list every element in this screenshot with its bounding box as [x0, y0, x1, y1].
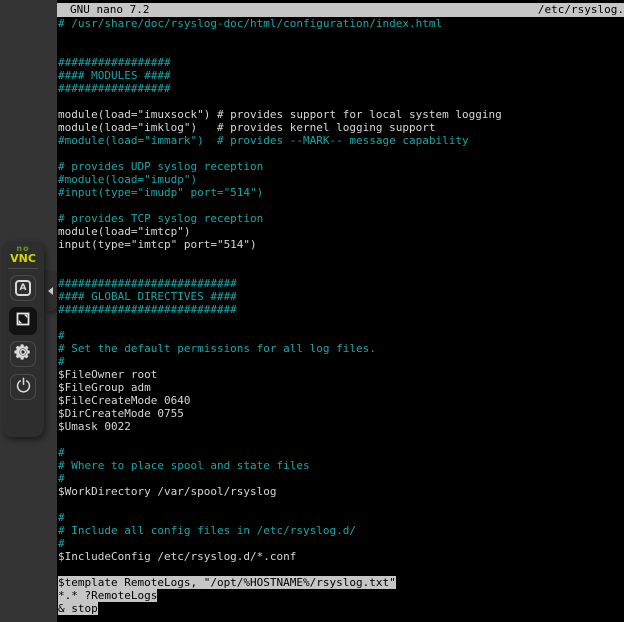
keyboard-button[interactable]: A	[10, 275, 36, 301]
editor-line: #	[58, 537, 624, 550]
editor-line	[58, 95, 624, 108]
editor-line: # Where to place spool and state files	[58, 459, 624, 472]
editor-line: #module(load="imudp")	[58, 173, 624, 186]
editor-line: ###########################	[58, 303, 624, 316]
chevron-left-icon	[48, 287, 53, 295]
editor-line: $IncludeConfig /etc/rsyslog.d/*.conf	[58, 550, 624, 563]
novnc-logo: no VNC	[2, 245, 44, 264]
novnc-logo-vnc: VNC	[2, 253, 44, 264]
editor-line: ###########################	[58, 277, 624, 290]
editor-line: $DirCreateMode 0755	[58, 407, 624, 420]
editor-line: #module(load="immark") # provides --MARK…	[58, 134, 624, 147]
editor-line	[58, 251, 624, 264]
editor-line	[58, 264, 624, 277]
editor-line	[58, 30, 624, 43]
terminal-screen[interactable]: GNU nano 7.2 /etc/rsyslog. # /usr/share/…	[57, 0, 624, 622]
editor-line: # Set the default permissions for all lo…	[58, 342, 624, 355]
editor-line: # provides UDP syslog reception	[58, 160, 624, 173]
nano-filename-label: /etc/rsyslog.	[538, 3, 624, 17]
editor-line: $Umask 0022	[58, 420, 624, 433]
editor-line: # provides TCP syslog reception	[58, 212, 624, 225]
editor-line: #### GLOBAL DIRECTIVES ####	[58, 290, 624, 303]
nano-version-label: GNU nano 7.2	[57, 3, 149, 17]
editor-line: module(load="imtcp")	[58, 225, 624, 238]
editor-line: #################	[58, 56, 624, 69]
editor-line: $WorkDirectory /var/spool/rsyslog	[58, 485, 624, 498]
nano-titlebar: GNU nano 7.2 /etc/rsyslog.	[57, 3, 624, 17]
editor-line: input(type="imtcp" port="514")	[58, 238, 624, 251]
editor-line: # Include all config files in /etc/rsysl…	[58, 524, 624, 537]
editor-line: #################	[58, 82, 624, 95]
editor-line	[58, 316, 624, 329]
toolbar-collapse-handle[interactable]	[44, 271, 57, 311]
editor-line: $template RemoteLogs, "/opt/%HOSTNAME%/r…	[58, 576, 624, 589]
editor-line: $FileGroup adm	[58, 381, 624, 394]
editor-lines: # /usr/share/doc/rsyslog-doc/html/config…	[58, 17, 624, 615]
editor-line: module(load="imklog") # provides kernel …	[58, 121, 624, 134]
gear-icon	[14, 343, 32, 365]
editor-line	[58, 433, 624, 446]
editor-line	[58, 498, 624, 511]
editor-line: $FileCreateMode 0640	[58, 394, 624, 407]
fullscreen-icon	[15, 311, 31, 331]
fullscreen-button[interactable]	[9, 307, 37, 335]
disconnect-button[interactable]	[10, 374, 36, 400]
power-icon	[15, 377, 32, 398]
vnc-control-bar: no VNC A	[2, 241, 44, 437]
editor-line: #input(type="imudp" port="514")	[58, 186, 624, 199]
editor-line: $FileOwner root	[58, 368, 624, 381]
editor-line: module(load="imuxsock") # provides suppo…	[58, 108, 624, 121]
editor-line: *.* ?RemoteLogs	[58, 589, 624, 602]
editor-line: # /usr/share/doc/rsyslog-doc/html/config…	[58, 17, 624, 30]
settings-button[interactable]	[10, 341, 36, 367]
editor-line: #	[58, 446, 624, 459]
editor-line	[58, 563, 624, 576]
editor-line: & stop	[58, 602, 624, 615]
editor-line: #### MODULES ####	[58, 69, 624, 82]
editor-line: #	[58, 329, 624, 342]
toolbar-divider	[8, 268, 38, 269]
editor-line: #	[58, 511, 624, 524]
editor-line	[58, 199, 624, 212]
editor-line	[58, 43, 624, 56]
editor-line: #	[58, 472, 624, 485]
editor-line	[58, 147, 624, 160]
editor-line: #	[58, 355, 624, 368]
keyboard-a-icon: A	[15, 280, 31, 296]
